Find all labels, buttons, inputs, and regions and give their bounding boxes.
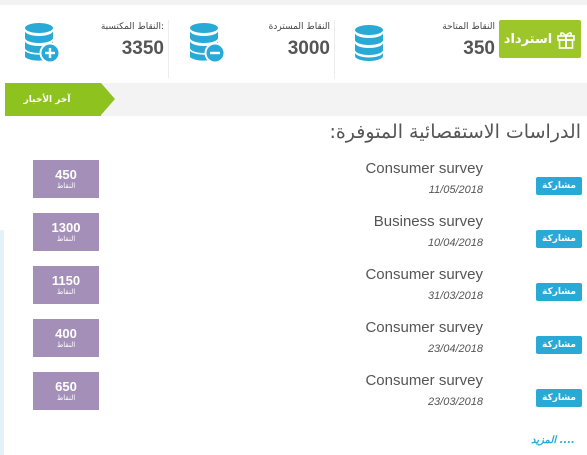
points-summary: النقاط المكتسبة: 3350 النقاط المستردة 30… (0, 8, 587, 78)
survey-name: Consumer survey (365, 160, 483, 177)
survey-row: مشاركة Consumer survey 23/03/2018 650 النقاط (0, 372, 587, 420)
join-survey-label: مشاركة (542, 287, 576, 297)
available-points-label: النقاط المتاحة (442, 22, 495, 32)
join-survey-button[interactable]: مشاركة (536, 336, 582, 354)
survey-points-badge[interactable]: 1300 النقاط (33, 213, 99, 251)
survey-points-value: 650 (55, 378, 77, 394)
survey-points-value: 1150 (51, 272, 81, 288)
survey-points-value: 400 (55, 325, 77, 341)
more-link[interactable]: المزيد .... (531, 435, 575, 446)
latest-news-label: آخر الأخبار (23, 94, 71, 105)
redeemed-points-stat: النقاط المستردة 3000 (169, 8, 334, 78)
survey-points-value: 450 (55, 166, 77, 182)
earned-points-stat: النقاط المكتسبة: 3350 (0, 8, 168, 78)
redeem-button-label: استرداد (503, 31, 553, 47)
earned-points-value: 3350 (121, 38, 164, 59)
redeemed-points-label: النقاط المستردة (268, 22, 330, 32)
survey-date: 23/04/2018 (427, 343, 483, 355)
earned-points-label: النقاط المكتسبة: (100, 22, 164, 32)
survey-points-badge[interactable]: 650 النقاط (33, 372, 99, 410)
database-icon (355, 25, 383, 61)
survey-points-badge[interactable]: 1150 النقاط (33, 266, 99, 304)
join-survey-label: مشاركة (542, 393, 576, 403)
survey-date: 11/05/2018 (428, 184, 483, 196)
survey-name: Consumer survey (365, 319, 483, 336)
join-survey-button[interactable]: مشاركة (536, 177, 582, 195)
join-survey-button[interactable]: مشاركة (536, 230, 582, 248)
survey-points-badge[interactable]: 450 النقاط (33, 160, 99, 198)
database-plus-icon (25, 23, 61, 64)
latest-news-tab[interactable]: آخر الأخبار (5, 83, 115, 116)
database-minus-icon (190, 23, 226, 64)
redeem-button[interactable]: استرداد (499, 20, 581, 58)
redeemed-points-value: 3000 (287, 38, 330, 59)
survey-date: 23/03/2018 (427, 396, 483, 408)
join-survey-label: مشاركة (542, 181, 576, 191)
survey-date: 31/03/2018 (427, 290, 483, 302)
join-survey-button[interactable]: مشاركة (536, 283, 582, 301)
survey-date: 10/04/2018 (427, 237, 483, 249)
available-points-value: 350 (463, 38, 495, 59)
survey-points-unit: النقاط (56, 393, 76, 402)
top-border (0, 0, 587, 5)
survey-row: مشاركة Consumer survey 31/03/2018 1150 النقا… (0, 266, 587, 314)
survey-points-badge[interactable]: 400 النقاط (33, 319, 99, 357)
survey-row: مشاركة Business survey 10/04/2018 1300 النقا… (0, 213, 587, 261)
survey-row: مشاركة Consumer survey 23/04/2018 400 النقاط (0, 319, 587, 367)
join-survey-label: مشاركة (542, 234, 576, 244)
survey-name: Consumer survey (365, 372, 483, 389)
news-bar: آخر الأخبار (5, 83, 587, 116)
survey-row: مشاركة Consumer survey 11/05/2018 450 النقاط (0, 160, 587, 208)
survey-points-unit: النقاط (56, 340, 76, 349)
survey-points-unit: النقاط (56, 287, 76, 296)
survey-points-unit: النقاط (56, 181, 76, 190)
survey-name: Consumer survey (365, 266, 483, 283)
survey-name: Business survey (373, 213, 483, 230)
available-points-stat: النقاط المتاحة 350 (335, 8, 497, 78)
gift-icon (557, 32, 576, 49)
survey-points-unit: النقاط (56, 234, 76, 243)
survey-points-value: 1300 (51, 219, 81, 235)
surveys-title: الدراسات الاستقصائية المتوفرة: (329, 121, 581, 143)
join-survey-button[interactable]: مشاركة (536, 389, 582, 407)
join-survey-label: مشاركة (542, 340, 576, 350)
